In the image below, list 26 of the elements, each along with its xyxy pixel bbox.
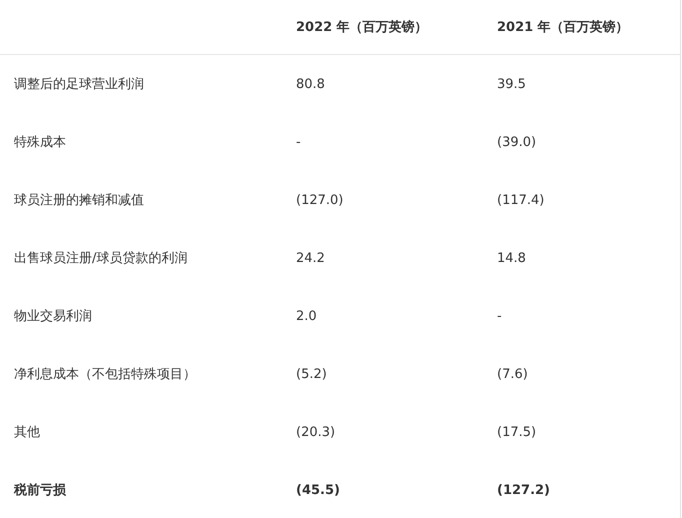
table-cell-text: 80.8 <box>295 76 326 92</box>
table-cell-text: - <box>496 308 503 324</box>
row-label: 出售球员注册/球员贷款的利润 <box>13 250 188 267</box>
row-label: 特殊成本 <box>13 134 67 151</box>
table-cell-text: (5.2) <box>295 366 328 382</box>
table-cell-text: 39.5 <box>496 76 527 92</box>
table-cell-text: (17.5) <box>496 424 538 440</box>
table-cell-text: - <box>295 134 302 150</box>
table-cell-text: (20.3) <box>295 424 336 440</box>
table-cell-text: (127.2) <box>496 482 552 498</box>
row-label: 球员注册的摊销和减值 <box>13 192 145 209</box>
table-cell-text: (7.6) <box>496 366 529 382</box>
row-label: 物业交易利润 <box>13 308 93 325</box>
row-label: 调整后的足球营业利润 <box>13 76 145 93</box>
table-cell-text: 14.8 <box>496 250 527 266</box>
table-cell-text: (127.0) <box>295 192 344 208</box>
row-label: 税前亏损 <box>12 482 67 499</box>
table-cell-text: (39.0) <box>496 134 538 150</box>
row-label: 净利息成本（不包括特殊项目） <box>13 366 197 383</box>
table-cell-text: 2.0 <box>295 308 318 324</box>
column-header: 2021 年（百万英镑） <box>496 19 630 36</box>
table-cell-text: (45.5) <box>295 482 341 498</box>
table-cell-text: (117.4) <box>496 192 546 208</box>
row-label: 其他 <box>13 424 41 441</box>
column-header: 2022 年（百万英镑） <box>295 19 429 36</box>
table-cell-text: 24.2 <box>295 250 326 266</box>
